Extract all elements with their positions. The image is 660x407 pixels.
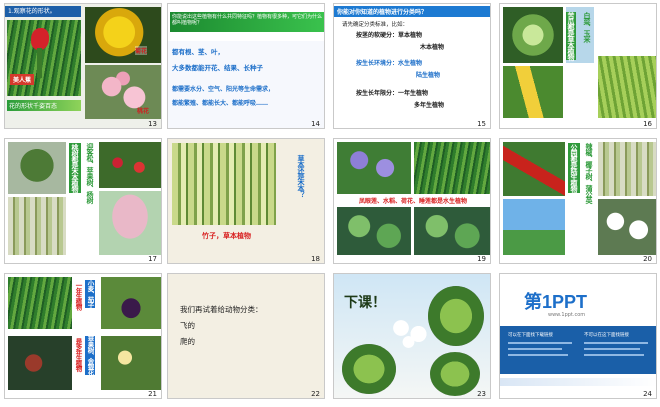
slide-13-caption: 花的形状千姿百态 (7, 100, 81, 111)
slide-22-line-2: 飞的 (180, 321, 195, 330)
slide-16-photo-cabbage (503, 7, 563, 63)
slide-16-label-cabbage-corn: 白菜、玉米 (583, 12, 591, 42)
slide-16-photo-corn (503, 66, 563, 118)
slide-17-photo-poplar (8, 197, 66, 255)
slide-24-menu-left: 可以在下面找下载链接 (508, 333, 553, 338)
slide-14-line-4: 都能繁殖、都能长大、都能呼吸…… (172, 100, 269, 107)
slide-24-footer-bar (500, 378, 656, 386)
slide-21-label-apple-honeysuckle: 苹果树、金银花 (85, 336, 95, 375)
slide-24-info-panel: 可以在下面找下载链接 不可以在这下面找链接 (500, 326, 656, 374)
slide-number-14: 14 (311, 120, 320, 128)
slide-number-22: 22 (311, 390, 320, 398)
slide-19-photo-lotus (337, 207, 411, 255)
slide-number-24: 24 (643, 390, 652, 398)
slide-20-photo-dandelion (598, 199, 656, 255)
slide-16-label-herbaceous: 苦瓜都是草本植物 (566, 12, 576, 60)
slide-18-answer: 竹子，草本植物 (202, 232, 251, 240)
slide-13-photo-chrysanthemum (85, 7, 161, 63)
slide-17-photo-pine (8, 142, 66, 194)
slide-number-16: 16 (643, 120, 652, 128)
slide-18-question: 草本还是木本？ (297, 155, 305, 197)
slide-17-label-woody: 桃树都是木本植物 (69, 143, 81, 193)
slide-21-label-perennial: 是多年生植物 (74, 338, 82, 371)
slide-13-label-chrysanthemum: 菊花 (135, 46, 148, 55)
slide-15-line-6: 按生长年限分：一年生植物 (356, 90, 429, 97)
slide-14-line-1: 都有根、茎、叶， (172, 48, 224, 56)
slide-21-photo-apple-tree (8, 336, 72, 390)
slide-thumbnail-22[interactable]: 我们再试着给动物分类： 飞的 爬的 22 (167, 273, 325, 399)
slide-sorter-grid: 1.观察花的形状。 美人蕉 菊花 桃花 花的形状千姿百态 13 你能说出这些植物… (0, 0, 660, 407)
slide-13-label-peach: 桃花 (137, 108, 150, 115)
slide-22-line-3: 爬的 (180, 337, 195, 346)
slide-number-18: 18 (311, 255, 320, 263)
slide-13-title: 1.观察花的形状。 (5, 6, 81, 17)
slide-16-photo-bittermelon (598, 56, 656, 118)
slide-number-21: 21 (148, 390, 157, 398)
slide-21-photo-wheat (8, 277, 72, 329)
slide-21-photo-honeysuckle (101, 336, 161, 390)
slide-thumbnail-23[interactable]: 下课！ 23 (333, 273, 491, 399)
slide-20-photo-park-trees (598, 142, 656, 196)
slide-23-big-text: 下课！ (344, 295, 386, 311)
slide-14-line-2: 大多数都能开花、结果、长种子 (172, 64, 263, 72)
slide-24-brand-url: www.1ppt.com (548, 312, 586, 318)
slide-18-photo-bamboo (172, 143, 276, 225)
slide-13-label-canna: 美人蕉 (10, 74, 35, 85)
slide-19-photo-rice (414, 142, 490, 194)
slide-15-top-banner: 你能对你知道的植物进行分类吗？ (334, 6, 490, 17)
slide-thumbnail-24[interactable]: 第1PPT www.1ppt.com 可以在下面找下载链接 不可以在这下面找链接… (499, 273, 657, 399)
slide-19-caption: 凤眼莲、水稻、荷花、睡莲都是水生植物 (358, 198, 467, 205)
slide-number-20: 20 (643, 255, 652, 263)
slide-19-photo-water-lily (414, 207, 490, 255)
slide-thumbnail-18[interactable]: 草本还是木本？ 竹子，草本植物 18 (167, 138, 325, 264)
slide-thumbnail-19[interactable]: 凤眼莲、水稻、荷花、睡莲都是水生植物 19 (333, 138, 491, 264)
slide-15-line-2: 按茎的软硬分：草本植物 (356, 32, 423, 39)
slide-15-line-5: 陆生植物 (416, 72, 441, 79)
slide-14-top-banner: 你能说出这些植物有什么共同特征吗？植物有很多种，可它们为什么都叫植物呢？ (170, 12, 324, 32)
slide-thumbnail-17[interactable]: 桃树都是木本植物 迎客松、苹果树、杨树 17 (4, 138, 162, 264)
slide-thumbnail-16[interactable]: 苦瓜都是草本植物 白菜、玉米 16 (499, 3, 657, 129)
slide-thumbnail-14[interactable]: 你能说出这些植物有什么共同特征吗？植物有很多种，可它们为什么都叫植物呢？ 都有根… (167, 3, 325, 129)
slide-20-photo-chili (503, 142, 565, 196)
slide-15-line-3: 木本植物 (420, 44, 445, 51)
slide-thumbnail-21[interactable]: 一年生植物 小麦、茄子 是多年生植物 苹果树、金银花 21 (4, 273, 162, 399)
slide-21-photo-eggplant (101, 277, 161, 329)
slide-thumbnail-15[interactable]: 你能对你知道的植物进行分类吗？ 请先确定分类标准，比如： 按茎的软硬分：草本植物… (333, 3, 491, 129)
slide-20-photo-palm (503, 199, 565, 255)
slide-17-label-trees: 迎客松、苹果树、杨树 (86, 143, 94, 203)
slide-21-label-wheat-eggplant: 小麦、茄子 (85, 280, 95, 308)
slide-22-line-1: 我们再试着给动物分类： (180, 305, 263, 314)
slide-15-line-1: 请先确定分类标准，比如： (342, 22, 409, 28)
slide-number-15: 15 (477, 120, 486, 128)
slide-20-label-land: 公园都是陆生植物 (568, 143, 580, 193)
slide-thumbnail-13[interactable]: 1.观察花的形状。 美人蕉 菊花 桃花 花的形状千姿百态 13 (4, 3, 162, 129)
slide-24-menu-right: 不可以在这下面找链接 (584, 333, 629, 338)
slide-17-photo-apple (99, 142, 161, 188)
slide-13-photo-peach-blossom (85, 65, 161, 119)
slide-19-photo-water-hyacinth (337, 142, 411, 194)
slide-24-brand-logo: 第1PPT (524, 292, 588, 312)
slide-number-19: 19 (477, 255, 486, 263)
slide-15-line-7: 多年生植物 (414, 102, 445, 109)
slide-number-17: 17 (148, 255, 157, 263)
slide-17-photo-peach-tree (99, 191, 161, 255)
slide-14-line-3: 都需要水分、空气、阳光等生命需求， (172, 86, 275, 93)
slide-20-label-plants: 辣椒、椰子树、蒲公英 (585, 143, 593, 203)
slide-15-line-4: 按生长环境分：水生植物 (356, 60, 423, 67)
slide-21-label-annual: 一年生植物 (74, 282, 82, 310)
slide-number-23: 23 (477, 390, 486, 398)
slide-thumbnail-20[interactable]: 公园都是陆生植物 辣椒、椰子树、蒲公英 20 (499, 138, 657, 264)
slide-number-13: 13 (148, 120, 157, 128)
